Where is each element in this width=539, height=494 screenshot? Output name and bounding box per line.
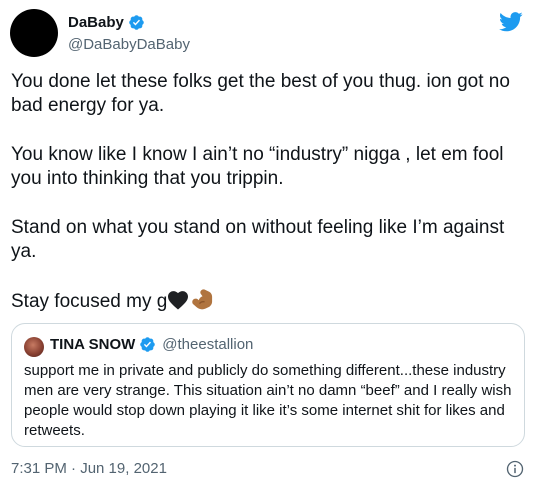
verified-badge-icon — [129, 15, 144, 30]
info-icon[interactable] — [506, 460, 524, 478]
flexed-biceps-icon — [192, 289, 213, 310]
tweet-paragraph: You done let these folks get the best of… — [11, 71, 510, 116]
black-heart-icon — [168, 291, 189, 310]
avatar[interactable] — [10, 9, 58, 57]
quoted-author-handle[interactable]: @theestallion — [162, 336, 253, 353]
tweet-paragraph: Stay focused my g — [11, 291, 168, 312]
quoted-tweet[interactable]: TINA SNOW @theestallion support me in pr… — [11, 323, 525, 447]
author-handle[interactable]: @DaBabyDaBaby — [68, 36, 190, 53]
author-name-row[interactable]: DaBaby — [68, 14, 145, 31]
quoted-avatar[interactable] — [24, 337, 44, 357]
twitter-bird-icon[interactable] — [499, 12, 523, 32]
tweet-paragraph: You know like I know I ain’t no “industr… — [11, 144, 504, 189]
tweet-paragraph: Stand on what you stand on without feeli… — [11, 217, 505, 262]
tweet-timestamp[interactable]: 7:31 PM · Jun 19, 2021 — [11, 460, 167, 477]
tweet-paragraph-last: Stay focused my g — [11, 287, 526, 314]
quoted-author-name[interactable]: TINA SNOW — [50, 336, 135, 353]
verified-badge-icon — [140, 337, 156, 352]
quoted-tweet-text: support me in private and publicly do so… — [24, 362, 512, 439]
quoted-author-row: TINA SNOW @theestallion — [50, 336, 253, 353]
author-name[interactable]: DaBaby — [68, 14, 124, 31]
